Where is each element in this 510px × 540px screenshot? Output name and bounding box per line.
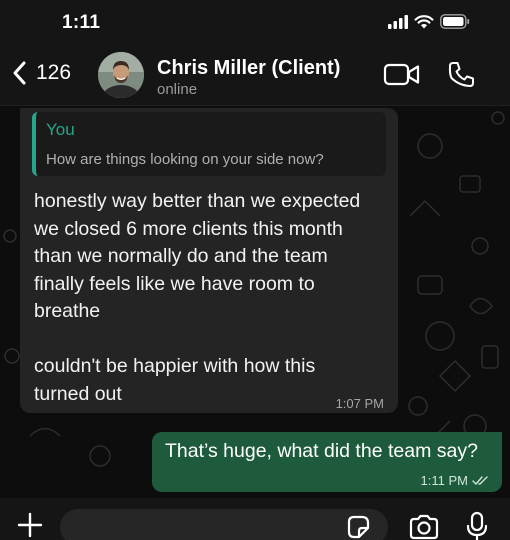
avatar-photo bbox=[98, 52, 144, 98]
video-call-button[interactable] bbox=[383, 62, 421, 93]
status-bar: 1:11 bbox=[0, 0, 510, 46]
chat-area[interactable]: You How are things looking on your side … bbox=[0, 106, 510, 498]
message-line: than we normally do and the team bbox=[34, 245, 328, 267]
attach-button[interactable] bbox=[17, 512, 43, 540]
microphone-icon bbox=[466, 511, 488, 540]
plus-icon bbox=[17, 512, 43, 538]
message-input[interactable] bbox=[60, 509, 388, 540]
chat-header: 126 Chris Miller (Client) online bbox=[0, 46, 510, 106]
phone-icon bbox=[448, 62, 474, 87]
signal-icon bbox=[388, 14, 408, 29]
message-timestamp: 1:11 PM bbox=[420, 473, 468, 488]
microphone-button[interactable] bbox=[465, 511, 489, 540]
quoted-reply[interactable]: You How are things looking on your side … bbox=[32, 112, 386, 176]
message-text: honestly way better than we expected we … bbox=[34, 188, 394, 408]
contact-status: online bbox=[157, 81, 198, 98]
quote-text: How are things looking on your side now? bbox=[46, 151, 324, 168]
message-line: finally feels like we have room to bbox=[34, 272, 315, 295]
input-bar bbox=[0, 498, 510, 540]
sticker-button[interactable] bbox=[345, 514, 371, 540]
message-timestamp: 1:07 PM bbox=[335, 396, 384, 411]
message-meta: 1:11 PM bbox=[421, 473, 490, 488]
message-line: we closed 6 more clients this month bbox=[34, 217, 343, 240]
unread-count: 126 bbox=[36, 61, 72, 84]
message-line: couldn't be happier with how this bbox=[34, 355, 316, 377]
back-button[interactable]: 126 bbox=[10, 60, 71, 86]
outgoing-message[interactable]: That’s huge, what did the team say? 1:11… bbox=[152, 432, 502, 492]
contact-name[interactable]: Chris Miller (Client) bbox=[157, 57, 340, 80]
wifi-icon bbox=[414, 14, 434, 28]
message-line: honestly way better than we expected bbox=[34, 190, 361, 212]
avatar[interactable] bbox=[98, 52, 144, 98]
status-icons bbox=[388, 14, 470, 29]
status-time: 1:11 bbox=[62, 12, 101, 33]
sticker-icon bbox=[347, 515, 370, 539]
camera-icon bbox=[409, 514, 439, 540]
voice-call-button[interactable] bbox=[446, 60, 476, 95]
video-camera-icon bbox=[383, 63, 420, 86]
incoming-message[interactable]: You How are things looking on your side … bbox=[20, 108, 398, 413]
message-text: That’s huge, what did the team say? bbox=[165, 440, 478, 462]
quote-author: You bbox=[46, 120, 75, 139]
camera-button[interactable] bbox=[408, 514, 440, 540]
message-line: breathe bbox=[34, 300, 101, 322]
battery-icon bbox=[440, 14, 470, 29]
double-check-icon bbox=[472, 476, 488, 485]
chevron-left-icon bbox=[13, 61, 26, 85]
